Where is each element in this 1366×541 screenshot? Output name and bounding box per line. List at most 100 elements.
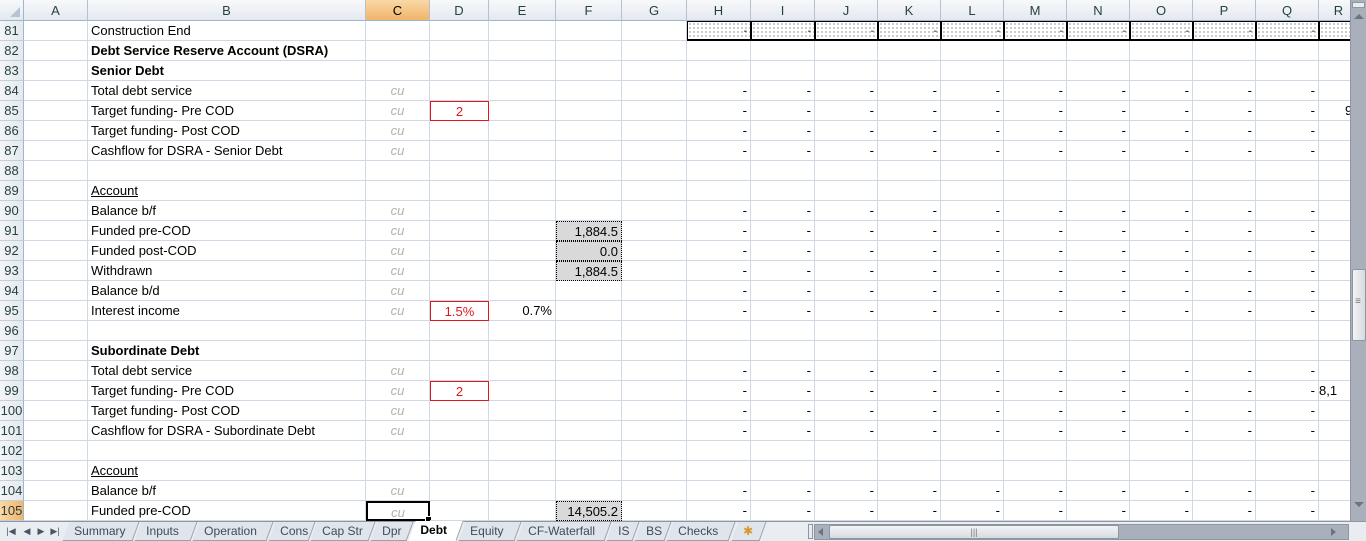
unit-cell[interactable]: cu xyxy=(366,101,430,121)
timeline-value-cell[interactable]: - xyxy=(1067,241,1130,261)
sheet-tab-cons[interactable]: Cons xyxy=(268,522,316,541)
row-label[interactable]: Balance b/f xyxy=(88,201,366,221)
total-cell-f93[interactable]: 1,884.5 xyxy=(556,261,622,281)
row-header-89[interactable]: 89 xyxy=(0,181,24,201)
row-header-86[interactable]: 86 xyxy=(0,121,24,141)
timeline-value-cell[interactable]: - xyxy=(1067,381,1130,401)
cell-f95[interactable] xyxy=(556,301,622,321)
timeline-value-cell[interactable]: - xyxy=(1004,241,1067,261)
cell-k83[interactable] xyxy=(878,61,941,81)
cell-f85[interactable] xyxy=(556,101,622,121)
timeline-value-cell[interactable]: - xyxy=(1130,221,1193,241)
cell-e96[interactable] xyxy=(489,321,556,341)
timeline-value-cell[interactable]: - xyxy=(687,481,751,501)
cell-k88[interactable] xyxy=(878,161,941,181)
cell-e84[interactable] xyxy=(489,81,556,101)
partial-value-cell-r85[interactable]: 9 xyxy=(1319,101,1350,121)
timeline-value-cell[interactable]: - xyxy=(941,221,1004,241)
timeline-value-cell[interactable]: - xyxy=(1193,221,1256,241)
cell-d86[interactable] xyxy=(430,121,489,141)
row-label[interactable]: Interest income xyxy=(88,301,366,321)
timeline-value-cell[interactable]: - xyxy=(1130,121,1193,141)
cell-d102[interactable] xyxy=(430,441,489,461)
cell-e88[interactable] xyxy=(489,161,556,181)
timeline-value-cell[interactable]: - xyxy=(1193,481,1256,501)
timeline-value-cell[interactable]: - xyxy=(751,381,815,401)
unit-cell[interactable]: cu xyxy=(366,241,430,261)
cell-n82[interactable] xyxy=(1067,41,1130,61)
row-label[interactable]: Account xyxy=(88,461,366,481)
cell-g90[interactable] xyxy=(622,201,687,221)
row-label[interactable]: Funded pre-COD xyxy=(88,221,366,241)
row-label[interactable]: Cashflow for DSRA - Subordinate Debt xyxy=(88,421,366,441)
cell-f96[interactable] xyxy=(556,321,622,341)
cell-o102[interactable] xyxy=(1130,441,1193,461)
cell-o89[interactable] xyxy=(1130,181,1193,201)
timeline-value-cell[interactable]: - xyxy=(751,81,815,101)
timeline-value-cell[interactable]: - xyxy=(1067,121,1130,141)
unit-cell[interactable]: cu xyxy=(366,381,430,401)
timeline-value-cell[interactable]: - xyxy=(751,141,815,161)
cell-f98[interactable] xyxy=(556,361,622,381)
cell-d103[interactable] xyxy=(430,461,489,481)
unit-cell[interactable]: cu xyxy=(366,121,430,141)
timeline-value-cell[interactable]: - xyxy=(878,201,941,221)
cell-d104[interactable] xyxy=(430,481,489,501)
column-header-f[interactable]: F xyxy=(556,0,622,21)
timeline-flag-cell[interactable]: - xyxy=(751,21,815,41)
cell-j82[interactable] xyxy=(815,41,878,61)
cell-e94[interactable] xyxy=(489,281,556,301)
timeline-value-cell[interactable]: - xyxy=(1130,501,1193,521)
sheet-tab-dpr[interactable]: Dpr xyxy=(370,522,414,541)
column-header-q[interactable]: Q xyxy=(1256,0,1319,21)
row-header-93[interactable]: 93 xyxy=(0,261,24,281)
column-header-k[interactable]: K xyxy=(878,0,941,21)
timeline-value-cell[interactable]: - xyxy=(1193,501,1256,521)
row-header-91[interactable]: 91 xyxy=(0,221,24,241)
column-header-m[interactable]: M xyxy=(1004,0,1067,21)
value-cell-e95[interactable]: 0.7% xyxy=(489,301,556,321)
timeline-value-cell[interactable]: - xyxy=(1256,261,1319,281)
timeline-value-cell[interactable]: - xyxy=(687,361,751,381)
timeline-value-cell[interactable]: - xyxy=(878,421,941,441)
sheet-tab-cf-waterfall[interactable]: CF-Waterfall xyxy=(516,522,612,541)
timeline-value-cell[interactable]: - xyxy=(1067,421,1130,441)
timeline-value-cell[interactable]: - xyxy=(1193,301,1256,321)
row-header-97[interactable]: 97 xyxy=(0,341,24,361)
timeline-value-cell[interactable]: - xyxy=(1067,141,1130,161)
row-header-82[interactable]: 82 xyxy=(0,41,24,61)
cell-r95[interactable] xyxy=(1319,301,1350,321)
timeline-value-cell[interactable]: - xyxy=(1130,81,1193,101)
timeline-value-cell[interactable]: - xyxy=(1256,501,1319,521)
cell-q88[interactable] xyxy=(1256,161,1319,181)
timeline-value-cell[interactable]: - xyxy=(878,361,941,381)
timeline-flag-cell[interactable]: - xyxy=(1067,21,1130,41)
unit-cell[interactable]: cu xyxy=(366,201,430,221)
cell-j103[interactable] xyxy=(815,461,878,481)
cell-o83[interactable] xyxy=(1130,61,1193,81)
timeline-value-cell[interactable]: - xyxy=(1004,81,1067,101)
cell-l96[interactable] xyxy=(941,321,1004,341)
row-header-85[interactable]: 85 xyxy=(0,101,24,121)
vertical-scrollbar[interactable] xyxy=(1350,0,1366,521)
timeline-value-cell[interactable]: - xyxy=(878,381,941,401)
row-label[interactable]: Construction End xyxy=(88,21,366,41)
row-label[interactable]: Funded pre-COD xyxy=(88,501,366,521)
cell-a97[interactable] xyxy=(24,341,88,361)
cell-r101[interactable] xyxy=(1319,421,1350,441)
cell-p103[interactable] xyxy=(1193,461,1256,481)
timeline-value-cell[interactable]: - xyxy=(1130,481,1193,501)
row-header-103[interactable]: 103 xyxy=(0,461,24,481)
cell-n96[interactable] xyxy=(1067,321,1130,341)
timeline-value-cell[interactable]: - xyxy=(751,101,815,121)
cell-a87[interactable] xyxy=(24,141,88,161)
row-header-104[interactable]: 104 xyxy=(0,481,24,501)
cell-n83[interactable] xyxy=(1067,61,1130,81)
cell-a105[interactable] xyxy=(24,501,88,521)
timeline-value-cell[interactable]: - xyxy=(687,101,751,121)
cell-l83[interactable] xyxy=(941,61,1004,81)
row-header-95[interactable]: 95 xyxy=(0,301,24,321)
cell-m82[interactable] xyxy=(1004,41,1067,61)
cell-i96[interactable] xyxy=(751,321,815,341)
timeline-value-cell[interactable]: - xyxy=(1130,401,1193,421)
